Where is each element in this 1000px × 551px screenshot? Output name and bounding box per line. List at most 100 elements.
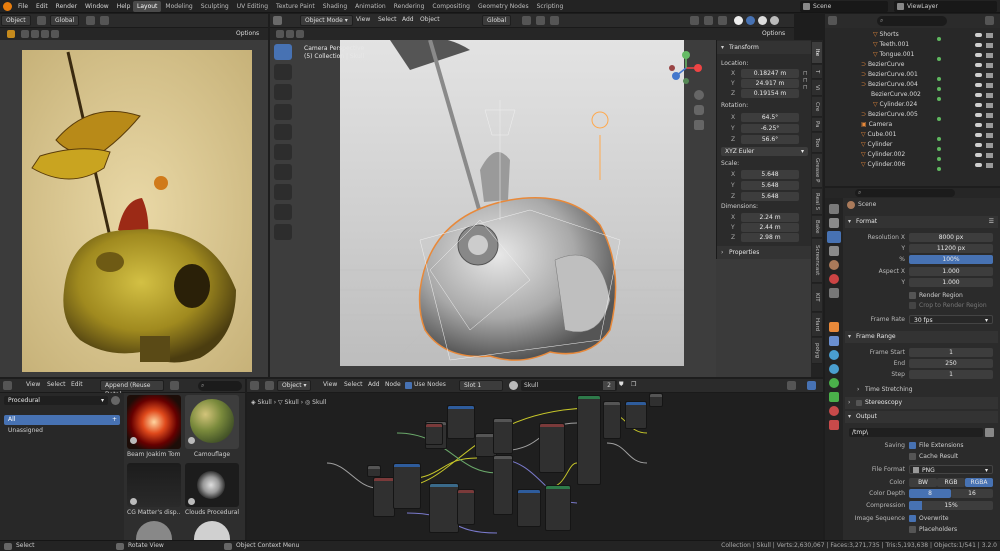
color-rgba-button[interactable]: RGBA [965, 478, 993, 487]
tab-too[interactable]: Too [812, 133, 822, 153]
catalog-item-all[interactable]: All + [4, 415, 120, 425]
zoom-icon[interactable] [694, 90, 704, 100]
wireframe-shading-icon[interactable] [734, 16, 743, 25]
scale-y-field[interactable]: 5.648 [741, 181, 799, 190]
transform-tool-icon[interactable] [274, 144, 292, 160]
viewport-menu-view[interactable]: View [352, 13, 374, 26]
outliner-editor-icon[interactable] [828, 16, 837, 25]
aspect-x-field[interactable]: 1.000 [909, 267, 993, 276]
tab-layout[interactable]: Layout [133, 1, 162, 12]
color-depth-8-button[interactable]: 8 [909, 489, 951, 498]
display-mode-icon[interactable] [170, 381, 179, 390]
add-cube-tool-icon[interactable] [274, 204, 292, 220]
select-extend-icon[interactable] [286, 30, 294, 38]
tab-scripting[interactable]: Scripting [533, 1, 568, 12]
node-menu-view[interactable]: View [319, 378, 341, 391]
blender-logo-icon[interactable] [3, 2, 12, 11]
cursor-tool-icon[interactable] [274, 64, 292, 80]
object-tab-icon[interactable] [829, 322, 839, 332]
stereoscopy-checkbox[interactable] [856, 400, 862, 406]
select-subtract-icon[interactable] [296, 30, 304, 38]
texture-tab-icon[interactable] [829, 420, 839, 430]
tab-modeling[interactable]: Modeling [161, 1, 196, 12]
custom-tool-icon[interactable] [274, 224, 292, 240]
editor-type-icon[interactable] [273, 16, 282, 25]
shader-node[interactable] [393, 463, 421, 509]
material-tab-icon[interactable] [829, 406, 839, 416]
object-mode-dropdown[interactable]: Object Mode ▾ [300, 15, 353, 26]
import-mode-dropdown[interactable]: Append (Reuse Data) [100, 380, 164, 398]
color-depth-16-button[interactable]: 16 [951, 489, 993, 498]
play-icon[interactable] [7, 30, 15, 38]
select-box-icon[interactable] [276, 30, 284, 38]
select-extend-icon[interactable] [31, 30, 39, 38]
select-invert-icon[interactable] [51, 30, 59, 38]
shader-node[interactable] [429, 483, 459, 533]
tab-pa[interactable]: Pa [812, 118, 822, 132]
color-bw-button[interactable]: BW [909, 478, 937, 487]
solid-shading-icon[interactable] [746, 16, 755, 25]
dimensions-z-field[interactable]: 2.98 m [741, 233, 799, 242]
collection-tab-icon[interactable] [829, 288, 839, 298]
time-stretching-panel-header[interactable]: › Time Stretching [845, 384, 998, 395]
render-preview-area[interactable] [0, 40, 268, 377]
snapping-icon[interactable] [807, 381, 816, 390]
viewport-menu-object[interactable]: Object [416, 13, 444, 26]
library-dropdown[interactable]: Procedural ▾ [4, 396, 108, 405]
resolution-y-field[interactable]: 11200 px [909, 244, 993, 253]
viewport-menu-select[interactable]: Select [374, 13, 401, 26]
frame-step-field[interactable]: 1 [909, 370, 993, 379]
placeholders-checkbox[interactable] [909, 526, 916, 533]
resolution-percent-slider[interactable]: 100% [909, 255, 993, 264]
shader-node[interactable] [625, 401, 647, 429]
overlays-icon[interactable] [718, 16, 727, 25]
material-sphere-icon[interactable] [509, 381, 518, 390]
properties-search-input[interactable]: ⌕ [855, 189, 955, 197]
visibility-toggles[interactable] [973, 30, 997, 172]
dimensions-y-field[interactable]: 2.44 m [741, 223, 799, 232]
snap-icon[interactable] [536, 16, 545, 25]
scene-selector[interactable]: Scene [800, 1, 888, 12]
shader-node[interactable] [577, 395, 601, 485]
frame-end-field[interactable]: 250 [909, 359, 993, 368]
folder-icon[interactable] [985, 428, 994, 437]
rotate-tool-icon[interactable] [274, 104, 292, 120]
asset-menu-view[interactable]: View [22, 378, 44, 391]
world-tab-icon[interactable] [829, 274, 839, 284]
transform-icon[interactable] [37, 16, 46, 25]
format-panel-header[interactable]: ▾ Format ☰ [845, 216, 998, 228]
tab-view[interactable]: Vi [812, 80, 822, 96]
output-tab-icon[interactable] [827, 231, 841, 243]
shader-node[interactable] [649, 393, 663, 407]
hand-pan-icon[interactable] [694, 105, 704, 115]
constraints-tab-icon[interactable] [829, 378, 839, 388]
visibility-icon[interactable] [690, 16, 699, 25]
tab-polygon[interactable]: polyg [812, 338, 822, 364]
location-x-field[interactable]: 0.18247 m [741, 69, 799, 78]
rotation-mode-dropdown[interactable]: XYZ Euler ▾ [721, 147, 808, 156]
aspect-y-field[interactable]: 1.000 [909, 278, 993, 287]
data-tab-icon[interactable] [829, 392, 839, 402]
tab-grease-pencil[interactable]: Grease P [812, 154, 822, 188]
shader-node[interactable] [457, 489, 475, 525]
menu-window[interactable]: Window [81, 0, 113, 13]
outliner-search-input[interactable]: ⌕ [877, 16, 947, 26]
frame-start-field[interactable]: 1 [909, 348, 993, 357]
image-options-dropdown[interactable]: Options [236, 30, 259, 37]
tab-kit[interactable]: KIT [812, 284, 822, 312]
compression-slider[interactable]: 15% [909, 501, 993, 510]
file-extensions-checkbox[interactable] [909, 442, 916, 449]
scale-z-field[interactable]: 5.648 [741, 192, 799, 201]
overwrite-checkbox[interactable] [909, 515, 916, 522]
tab-animation[interactable]: Animation [351, 1, 390, 12]
file-format-dropdown[interactable]: PNG ▾ [909, 465, 993, 474]
slot-dropdown[interactable]: Slot 1 [459, 380, 503, 391]
select-box-icon[interactable] [21, 30, 29, 38]
particles-tab-icon[interactable] [829, 350, 839, 360]
tab-texture-paint[interactable]: Texture Paint [272, 1, 319, 12]
select-subtract-icon[interactable] [41, 30, 49, 38]
tab-uv-editing[interactable]: UV Editing [233, 1, 272, 12]
shader-node[interactable] [603, 401, 621, 439]
viewport-orientation-dropdown[interactable]: Global [482, 15, 512, 26]
tab-rendering[interactable]: Rendering [390, 1, 429, 12]
